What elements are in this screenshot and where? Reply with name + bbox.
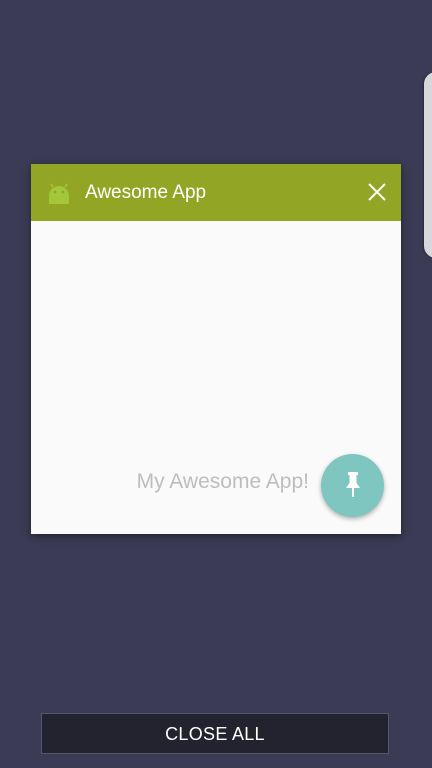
- app-title: Awesome App: [85, 182, 207, 203]
- pin-button[interactable]: [321, 454, 384, 517]
- edge-panel-handle[interactable]: [424, 72, 432, 258]
- android-icon: [47, 182, 71, 204]
- card-header: Awesome App: [31, 164, 401, 221]
- close-icon[interactable]: [365, 180, 389, 204]
- recent-app-card[interactable]: Awesome App My Awesome App!: [31, 164, 401, 534]
- pin-icon: [341, 470, 365, 500]
- close-all-button[interactable]: CLOSE ALL: [41, 713, 389, 754]
- app-content-text: My Awesome App!: [136, 470, 309, 493]
- app-preview[interactable]: My Awesome App!: [31, 221, 401, 534]
